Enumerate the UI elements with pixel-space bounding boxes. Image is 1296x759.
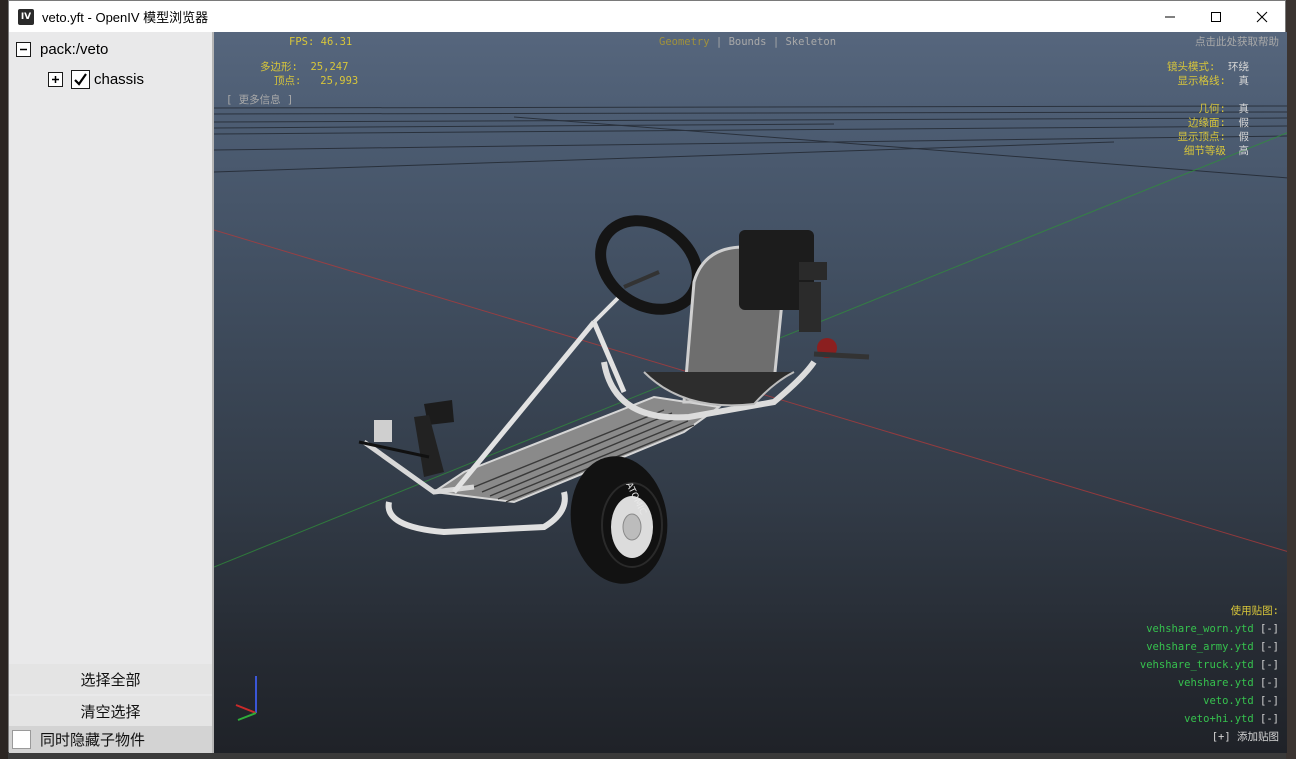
- chassis-visibility-checkbox[interactable]: [71, 70, 90, 89]
- hide-children-label: 同时隐藏子物件: [40, 731, 146, 749]
- model-tree-panel: pack:/veto chassis 选择全部 清空选择 同时隐藏子物件: [9, 32, 212, 753]
- settings-block-1: 镜头模式: 环绕 显示格线: 真: [1167, 60, 1249, 88]
- checkmark-icon: [74, 73, 87, 86]
- fps-readout: FPS: 46.31: [289, 35, 352, 49]
- clear-selection-button[interactable]: 清空选择: [9, 696, 212, 726]
- maximize-button[interactable]: [1193, 1, 1239, 32]
- tab-skeleton[interactable]: Skeleton: [785, 36, 836, 48]
- tab-bounds[interactable]: Bounds: [729, 36, 767, 48]
- close-icon: [1256, 11, 1268, 22]
- axis-gizmo: [235, 676, 257, 721]
- setting-row[interactable]: 边缘面: 假: [1178, 116, 1249, 130]
- vertices-label: 顶点:: [274, 75, 302, 87]
- tree-root-row[interactable]: pack:/veto: [16, 41, 108, 58]
- close-button[interactable]: [1239, 1, 1285, 32]
- texture-item[interactable]: vehshare_worn.ytd [-]: [1140, 620, 1279, 638]
- desktop-background-left: [0, 0, 8, 759]
- expand-icon[interactable]: [48, 72, 63, 87]
- select-all-button[interactable]: 选择全部: [9, 664, 212, 694]
- add-texture-label: 添加贴图: [1237, 731, 1279, 743]
- tab-geometry[interactable]: Geometry: [659, 36, 710, 48]
- desktop-background-right: [1286, 0, 1296, 759]
- fps-value: 46.31: [320, 36, 353, 48]
- setting-row[interactable]: 显示顶点: 假: [1178, 130, 1249, 144]
- remove-texture-button[interactable]: [-]: [1260, 623, 1279, 635]
- remove-texture-button[interactable]: [-]: [1260, 659, 1279, 671]
- remove-texture-button[interactable]: [-]: [1260, 695, 1279, 707]
- remove-texture-button[interactable]: [-]: [1260, 641, 1279, 653]
- tree-child-row[interactable]: chassis: [48, 70, 144, 89]
- tree-root-label: pack:/veto: [40, 41, 109, 58]
- horizon-grid: [214, 105, 1287, 179]
- hide-children-checkbox[interactable]: [12, 730, 31, 749]
- vertices-value: 25,993: [320, 75, 359, 87]
- polygon-stats: 多边形: 25,247: [260, 60, 348, 74]
- texture-item[interactable]: vehshare.ytd [-]: [1140, 674, 1279, 692]
- setting-row[interactable]: 几何: 真: [1178, 102, 1249, 116]
- texture-item[interactable]: vehshare_army.ytd [-]: [1140, 638, 1279, 656]
- minimize-icon: [1165, 16, 1175, 17]
- model-viewer-window: IV veto.yft - OpenIV 模型浏览器 pack:/veto ch…: [8, 0, 1287, 753]
- add-texture-icon: [+]: [1211, 731, 1231, 743]
- texture-item[interactable]: veto.ytd [-]: [1140, 692, 1279, 710]
- window-controls: [1147, 1, 1285, 32]
- tree-child-label: chassis: [94, 71, 145, 88]
- collapse-icon[interactable]: [16, 42, 31, 57]
- setting-row[interactable]: 细节等级 高: [1178, 144, 1249, 158]
- remove-texture-button[interactable]: [-]: [1260, 713, 1279, 725]
- polygons-value: 25,247: [310, 61, 349, 73]
- setting-row[interactable]: 显示格线: 真: [1167, 74, 1249, 88]
- setting-row[interactable]: 镜头模式: 环绕: [1167, 60, 1249, 74]
- texture-item[interactable]: vehshare_truck.ytd [-]: [1140, 656, 1279, 674]
- remove-texture-button[interactable]: [-]: [1260, 677, 1279, 689]
- texture-item[interactable]: veto+hi.ytd [-]: [1140, 710, 1279, 728]
- polygons-label: 多边形:: [260, 61, 298, 73]
- settings-block-2: 几何: 真边缘面: 假显示顶点: 假细节等级 高: [1178, 102, 1249, 158]
- textures-title: 使用贴图:: [1230, 605, 1279, 617]
- openiv-app-icon: IV: [18, 8, 34, 25]
- maximize-icon: [1211, 11, 1221, 22]
- 3d-viewport[interactable]: ATOMIC FPS: 46.31 多边形: 25,247 顶点: 25,993…: [212, 32, 1287, 753]
- go-kart-model: ATOMIC: [358, 215, 870, 584]
- minimize-button[interactable]: [1147, 1, 1193, 32]
- add-texture-button[interactable]: [+] 添加贴图: [1140, 728, 1279, 746]
- texture-list: 使用贴图: vehshare_worn.ytd [-] vehshare_army.…: [1140, 602, 1279, 746]
- view-mode-tabs: Geometry | Bounds | Skeleton: [659, 36, 837, 48]
- hide-children-row[interactable]: 同时隐藏子物件: [9, 726, 212, 753]
- fps-label: FPS:: [289, 36, 315, 48]
- title-bar[interactable]: IV veto.yft - OpenIV 模型浏览器: [9, 1, 1285, 32]
- help-link[interactable]: 点击此处获取帮助: [1195, 35, 1279, 49]
- vertex-stats: 顶点: 25,993: [274, 74, 358, 88]
- window-title: veto.yft - OpenIV 模型浏览器: [42, 10, 209, 25]
- scene-canvas: ATOMIC: [214, 105, 1287, 721]
- more-info-link[interactable]: [ 更多信息 ]: [226, 93, 293, 107]
